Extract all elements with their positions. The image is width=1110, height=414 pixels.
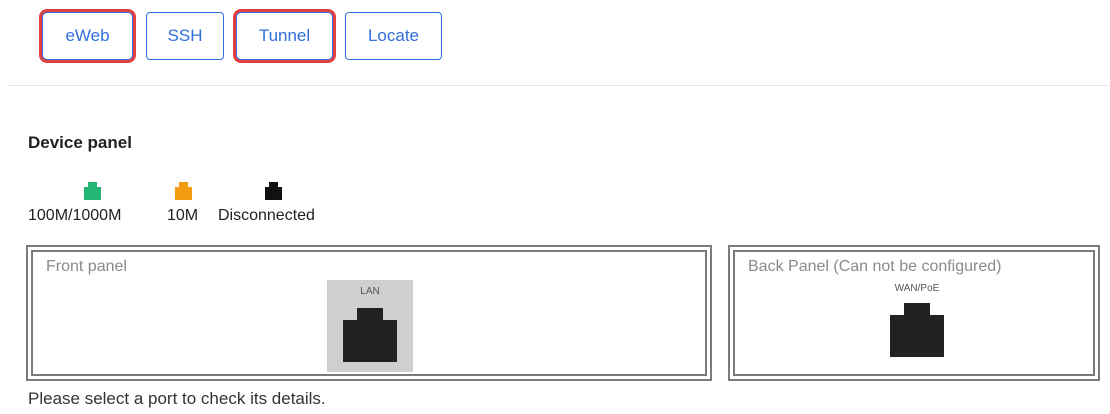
locate-button[interactable]: Locate xyxy=(345,12,442,60)
lan-port-label: LAN xyxy=(360,286,380,297)
lan-port[interactable]: LAN xyxy=(327,280,413,372)
legend-label-100m-1000m: 100M/1000M xyxy=(28,207,122,224)
ethernet-port-icon xyxy=(343,308,397,362)
front-panel-title: Front panel xyxy=(46,258,127,275)
port-orange-icon xyxy=(175,182,192,200)
eweb-button[interactable]: eWeb xyxy=(42,12,133,60)
port-selection-hint: Please select a port to check its detail… xyxy=(28,389,326,408)
legend-label-10m: 10M xyxy=(167,207,199,224)
port-green-icon xyxy=(84,182,101,200)
wan-poe-port-label: WAN/PoE xyxy=(894,283,940,294)
back-panel: Back Panel (Can not be configured) WAN/P… xyxy=(728,245,1100,381)
front-panel-frame: Front panel LAN xyxy=(31,250,707,376)
back-panel-title: Back Panel (Can not be configured) xyxy=(748,258,1002,275)
device-details-page: eWeb SSH Tunnel Locate Device panel 100M… xyxy=(0,0,1110,414)
back-panel-frame: Back Panel (Can not be configured) WAN/P… xyxy=(733,250,1095,376)
port-black-icon xyxy=(265,182,282,200)
legend-label-disconnected: Disconnected xyxy=(218,207,315,224)
device-panel-title: Device panel xyxy=(28,133,132,152)
ssh-button[interactable]: SSH xyxy=(146,12,224,60)
ethernet-port-icon xyxy=(890,303,944,357)
section-divider xyxy=(8,85,1110,86)
tunnel-button[interactable]: Tunnel xyxy=(236,12,333,60)
wan-poe-port: WAN/PoE xyxy=(887,283,947,367)
front-panel: Front panel LAN xyxy=(26,245,712,381)
